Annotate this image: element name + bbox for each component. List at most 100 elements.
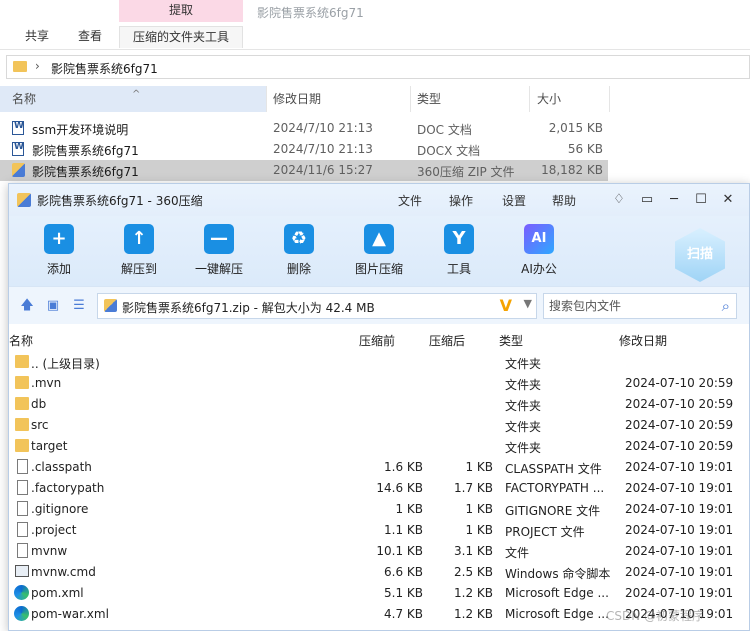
- up-arrow-icon[interactable]: 🡅: [19, 298, 35, 314]
- column-type[interactable]: 类型: [405, 86, 530, 112]
- archive-column-headers: 名称 压缩前 压缩后 类型 修改日期: [9, 330, 749, 350]
- column-name[interactable]: 名称: [9, 332, 33, 349]
- word-doc-icon: [12, 121, 24, 135]
- archive-window: 影院售票系统6fg71 - 360压缩 文件 操作 设置 帮助 ♢ ▭ ─ ☐ …: [8, 183, 750, 631]
- file-icon: [17, 501, 28, 516]
- file-row[interactable]: ssm开发环境说明 2024/7/10 21:13 DOC 文档 2,015 K…: [0, 118, 608, 139]
- list-view-icon[interactable]: ☰: [71, 298, 87, 314]
- archive-entry-row[interactable]: target 文件夹 2024-07-10 20:59: [9, 436, 749, 457]
- archive-entry-row[interactable]: .gitignore 1 KB 1 KB GITIGNORE 文件 2024-07-10…: [9, 499, 749, 520]
- column-type[interactable]: 类型: [499, 332, 523, 349]
- feedback-icon[interactable]: ▭: [636, 189, 658, 211]
- ai-icon: AI: [524, 224, 554, 254]
- entry-size-after: 1.2 KB: [454, 586, 493, 600]
- tools-button[interactable]: Y 工具: [429, 224, 489, 277]
- column-date[interactable]: 修改日期: [261, 86, 411, 112]
- address-bar[interactable]: › 影院售票系统6fg71: [6, 55, 750, 79]
- recycle-icon: ♻: [284, 224, 314, 254]
- entry-date: 2024-07-10 20:59: [625, 376, 734, 390]
- column-before[interactable]: 压缩前: [359, 332, 395, 349]
- navigation-bar: 🡅 ▣ ☰ 影院售票系统6fg71.zip - 解包大小为 42.4 MB V …: [9, 286, 749, 324]
- file-icon: [17, 522, 28, 537]
- folder-icon: [15, 418, 29, 431]
- add-label: 添加: [46, 262, 71, 276]
- entry-type: PROJECT 文件: [505, 525, 585, 539]
- folder-icon: [15, 439, 29, 452]
- entry-type: Windows 命令脚本: [505, 567, 611, 581]
- archive-entry-row[interactable]: .classpath 1.6 KB 1 KB CLASSPATH 文件 2024-07-…: [9, 457, 749, 478]
- archive-entry-row[interactable]: mvnw 10.1 KB 3.1 KB 文件 2024-07-10 19:01: [9, 541, 749, 562]
- archive-entry-row[interactable]: pom.xml 5.1 KB 1.2 KB Microsoft Edge ... 202…: [9, 583, 749, 604]
- title-bar[interactable]: 影院售票系统6fg71 - 360压缩 文件 操作 设置 帮助 ♢ ▭ ─ ☐ …: [9, 184, 749, 216]
- file-row-selected[interactable]: 影院售票系统6fg71 2024/11/6 15:27 360压缩 ZIP 文件…: [0, 160, 608, 181]
- watermark: CSDN @初蒙程序: [606, 609, 705, 623]
- delete-label: 删除: [286, 262, 311, 276]
- archive-path-box[interactable]: 影院售票系统6fg71.zip - 解包大小为 42.4 MB V ▼: [97, 293, 537, 319]
- file-name: 影院售票系统6fg71: [32, 165, 139, 179]
- archive-entry-row[interactable]: src 文件夹 2024-07-10 20:59: [9, 415, 749, 436]
- entry-date: 2024-07-10 19:01: [625, 460, 734, 474]
- zip-icon: [17, 193, 31, 207]
- chevron-down-icon[interactable]: ▼: [524, 297, 532, 310]
- minimize-icon[interactable]: ─: [663, 189, 685, 211]
- folder-icon: [15, 355, 29, 368]
- archive-entry-row[interactable]: db 文件夹 2024-07-10 20:59: [9, 394, 749, 415]
- entry-size-after: 1.2 KB: [454, 607, 493, 621]
- archive-entry-row[interactable]: .factorypath 14.6 KB 1.7 KB FACTORYPATH ...…: [9, 478, 749, 499]
- entry-type: 文件夹: [505, 399, 542, 413]
- entry-type: 文件夹: [505, 378, 542, 392]
- thumbnail-view-icon[interactable]: ▣: [45, 298, 61, 314]
- file-type: 360压缩 ZIP 文件: [417, 165, 515, 179]
- image-compress-icon: ▲: [364, 224, 394, 254]
- image-compress-button[interactable]: ▲ 图片压缩: [349, 224, 409, 277]
- delete-button[interactable]: ♻ 删除: [269, 224, 329, 277]
- menu-help[interactable]: 帮助: [552, 192, 576, 209]
- toolbar: + 添加 ↑ 解压到 — 一键解压 ♻ 删除 ▲ 图片压缩 Y 工具 AI AI…: [9, 216, 749, 286]
- file-size: 18,182 KB: [541, 163, 603, 177]
- address-path[interactable]: 影院售票系统6fg71: [51, 60, 158, 77]
- column-size[interactable]: 大小: [525, 86, 610, 112]
- entry-name: .factorypath: [31, 481, 105, 495]
- entry-name: .classpath: [31, 460, 92, 474]
- entry-date: 2024-07-10 19:01: [625, 544, 734, 558]
- entry-type: 文件夹: [505, 420, 542, 434]
- shirt-skin-icon[interactable]: ♢: [608, 189, 630, 211]
- entry-type: Microsoft Edge ...: [505, 586, 609, 600]
- archive-entry-row[interactable]: mvnw.cmd 6.6 KB 2.5 KB Windows 命令脚本 2024-07-…: [9, 562, 749, 583]
- chevron-right-icon[interactable]: ›: [35, 59, 40, 73]
- entry-name: target: [31, 439, 68, 453]
- search-box[interactable]: ⌕: [543, 293, 737, 319]
- file-size: 2,015 KB: [548, 121, 603, 135]
- scan-button[interactable]: 扫描: [675, 228, 725, 282]
- menu-settings[interactable]: 设置: [502, 192, 526, 209]
- archive-entry-row[interactable]: .mvn 文件夹 2024-07-10 20:59: [9, 373, 749, 394]
- add-button[interactable]: + 添加: [29, 224, 89, 277]
- tab-view[interactable]: 查看: [78, 26, 102, 48]
- column-date[interactable]: 修改日期: [619, 332, 667, 349]
- search-icon[interactable]: ⌕: [722, 297, 730, 315]
- one-click-extract-button[interactable]: — 一键解压: [189, 224, 249, 277]
- column-name-label: 名称: [12, 92, 37, 106]
- entry-size-after: 1 KB: [465, 502, 493, 516]
- tab-compressed-folder-tools[interactable]: 压缩的文件夹工具: [119, 26, 243, 48]
- archive-entry-row[interactable]: .project 1.1 KB 1 KB PROJECT 文件 2024-07-10 1…: [9, 520, 749, 541]
- search-input[interactable]: [544, 294, 712, 318]
- context-tab-extract[interactable]: 提取: [119, 0, 243, 22]
- entry-name: .gitignore: [31, 502, 89, 516]
- column-after[interactable]: 压缩后: [429, 332, 465, 349]
- entry-name: src: [31, 418, 49, 432]
- v-logo-icon[interactable]: V: [500, 296, 512, 315]
- entry-date: 2024-07-10 19:01: [625, 586, 734, 600]
- menu-file[interactable]: 文件: [398, 192, 422, 209]
- cmd-icon: [15, 565, 29, 577]
- column-name[interactable]: ^ 名称: [0, 86, 267, 112]
- ai-office-button[interactable]: AI AI办公: [509, 224, 569, 277]
- archive-entry-row[interactable]: .. (上级目录) 文件夹: [9, 352, 749, 373]
- menu-operation[interactable]: 操作: [449, 192, 473, 209]
- tab-share[interactable]: 共享: [25, 26, 49, 48]
- file-row[interactable]: 影院售票系统6fg71 2024/7/10 21:13 DOCX 文档 56 K…: [0, 139, 608, 160]
- maximize-icon[interactable]: ☐: [690, 189, 712, 211]
- folder-icon: [13, 61, 27, 72]
- extract-to-button[interactable]: ↑ 解压到: [109, 224, 169, 277]
- close-icon[interactable]: ✕: [717, 189, 739, 211]
